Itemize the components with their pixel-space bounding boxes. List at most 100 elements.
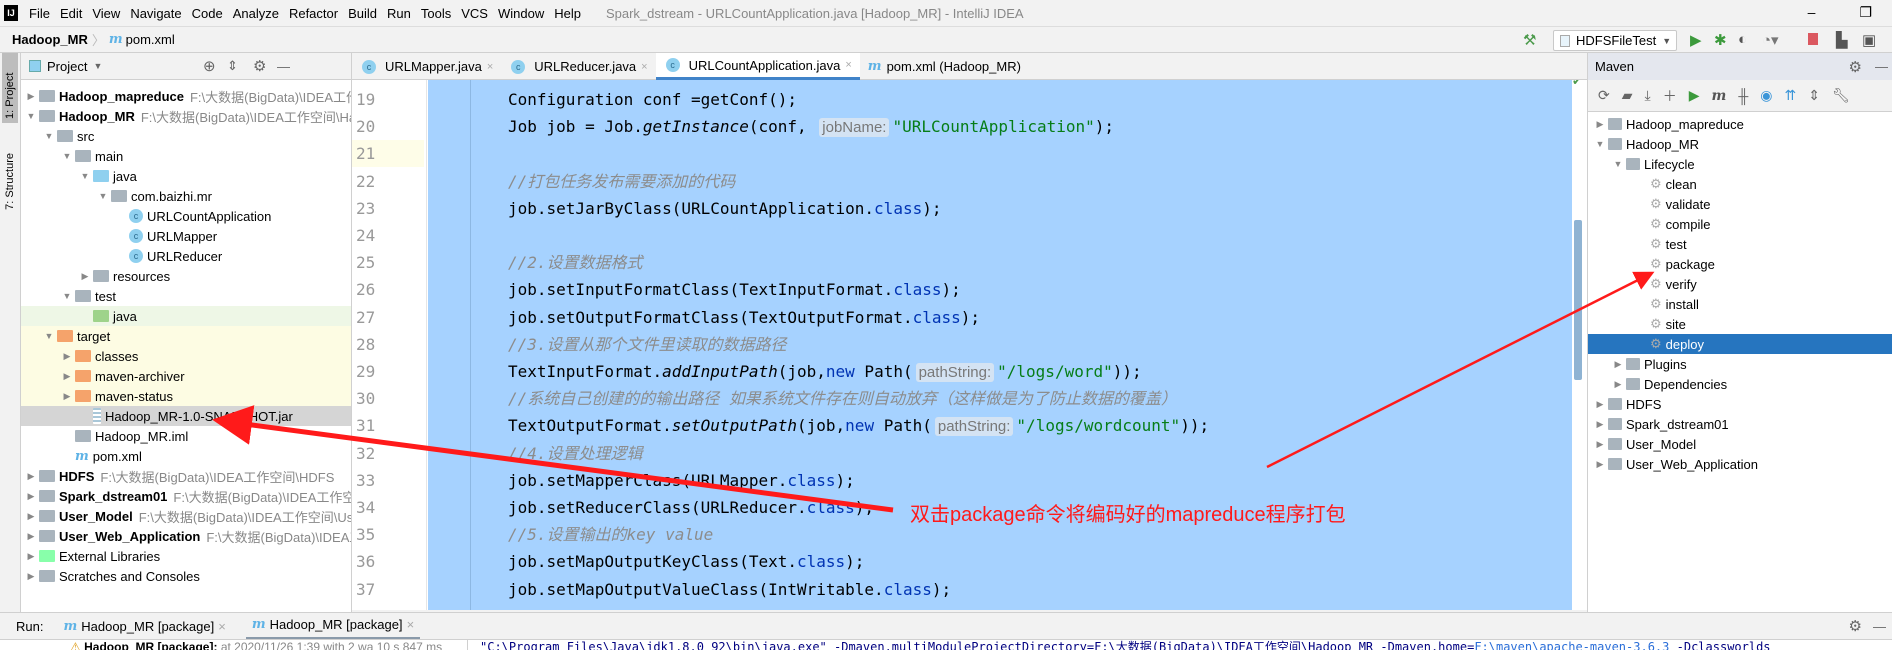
project-structure-icon[interactable]: ▙	[1836, 31, 1848, 49]
structure-tool-tab[interactable]: 7: Structure	[2, 149, 18, 214]
tab-urlreducer[interactable]: c URLReducer.java ×	[501, 53, 655, 80]
arrow-right-icon[interactable]: ▶	[1594, 439, 1606, 450]
execute-goal-icon[interactable]: m	[1712, 88, 1727, 104]
tree-item[interactable]: ▶ maven-status	[21, 386, 351, 406]
maven-tree-item[interactable]: ▶ Hadoop_mapreduce	[1588, 114, 1892, 134]
breadcrumb-file[interactable]: pom.xml	[126, 32, 175, 47]
maven-tree-item[interactable]: ▶ User_Web_Application	[1588, 454, 1892, 474]
arrow-right-icon[interactable]: ▶	[61, 351, 73, 362]
hide-icon[interactable]: —	[277, 59, 290, 74]
arrow-right-icon[interactable]: ▶	[79, 271, 91, 282]
tree-item[interactable]: ▶ Scratches and Consoles	[21, 566, 351, 586]
hide-icon[interactable]: —	[1875, 59, 1888, 74]
code-line[interactable]: job.setInputFormatClass(TextInputFormat.…	[508, 276, 961, 303]
maven-tree-item[interactable]: ⚙ verify	[1588, 274, 1892, 294]
close-icon[interactable]: ×	[487, 61, 493, 73]
arrow-down-icon[interactable]: ▼	[61, 291, 73, 301]
tree-item[interactable]: java	[21, 306, 351, 326]
arrow-right-icon[interactable]: ▶	[1594, 119, 1606, 130]
tree-item[interactable]: c URLReducer	[21, 246, 351, 266]
arrow-right-icon[interactable]: ▶	[1594, 419, 1606, 430]
toggle-offline-icon[interactable]: ╫	[1738, 88, 1748, 104]
project-tool-tab[interactable]: 1: Project	[2, 53, 18, 123]
maven-tree-item[interactable]: ▶ Spark_dstream01	[1588, 414, 1892, 434]
close-icon[interactable]: ×	[641, 61, 647, 73]
code-line[interactable]: job.setOutputFormatClass(TextOutputForma…	[508, 304, 980, 331]
menu-navigate[interactable]: Navigate	[130, 6, 181, 21]
add-icon[interactable]: ＋	[1663, 86, 1677, 106]
arrow-right-icon[interactable]: ▶	[61, 391, 73, 402]
menu-run[interactable]: Run	[387, 6, 411, 21]
arrow-right-icon[interactable]: ▶	[1594, 399, 1606, 410]
tree-item[interactable]: c URLMapper	[21, 226, 351, 246]
settings-wrench-icon[interactable]: 🔧︎	[1832, 87, 1850, 104]
menu-tools[interactable]: Tools	[421, 6, 451, 21]
tree-item[interactable]: Hadoop_MR-1.0-SNAPSHOT.jar	[21, 406, 351, 426]
chevron-down-icon[interactable]: ▼	[93, 61, 102, 71]
arrow-down-icon[interactable]: ▼	[1594, 139, 1606, 149]
menu-edit[interactable]: Edit	[60, 6, 82, 21]
close-icon[interactable]: ×	[407, 617, 415, 632]
tree-item[interactable]: ▶ classes	[21, 346, 351, 366]
arrow-right-icon[interactable]: ▶	[61, 371, 73, 382]
code-editor[interactable]: 19 20 21 22 23 24 25 26 27 28 29 30 31 32 33 34 35 36 37 38…	[352, 80, 1587, 610]
arrow-right-icon[interactable]: ▶	[25, 531, 37, 542]
show-dependencies-icon[interactable]: ⇈	[1784, 87, 1796, 104]
run-tree-item[interactable]: Hadoop_MR [package]:	[84, 640, 217, 650]
arrow-right-icon[interactable]: ▶	[25, 491, 37, 502]
menu-refactor[interactable]: Refactor	[289, 6, 338, 21]
arrow-right-icon[interactable]: ▶	[25, 551, 37, 562]
code-line[interactable]: //打包任务发布需要添加的代码	[508, 168, 735, 195]
toggle-panel-icon[interactable]: ▣	[1862, 31, 1876, 49]
gear-icon[interactable]: ⚙	[253, 57, 266, 75]
arrow-right-icon[interactable]: ▶	[25, 571, 37, 582]
code-line[interactable]: //系统自己创建的的输出路径 如果系统文件存在则自动放弃（这样做是为了防止数据的…	[508, 385, 1177, 412]
breadcrumb-project[interactable]: Hadoop_MR	[12, 32, 88, 47]
tree-item[interactable]: ▼ java	[21, 166, 351, 186]
code-line[interactable]: //4.设置处理逻辑	[508, 440, 643, 467]
tab-urlcountapplication[interactable]: c URLCountApplication.java ×	[655, 53, 860, 80]
hide-icon[interactable]: —	[1873, 619, 1886, 634]
close-icon[interactable]: ×	[218, 619, 226, 634]
debug-icon[interactable]: ✱	[1714, 31, 1727, 49]
tree-item[interactable]: ▶ User_Model F:\大数据(BigData)\IDEA工作空间\User…	[21, 506, 351, 526]
tab-urlmapper[interactable]: c URLMapper.java ×	[352, 53, 501, 80]
gear-icon[interactable]: ⚙	[1849, 617, 1862, 635]
reload-icon[interactable]: ⟳	[1598, 87, 1610, 104]
arrow-right-icon[interactable]: ▶	[1594, 459, 1606, 470]
gear-icon[interactable]: ⚙	[1849, 58, 1862, 76]
code-line[interactable]: TextInputFormat.addInputPath(job,new Pat…	[508, 358, 1142, 385]
maven-tree-item[interactable]: ⚙ package	[1588, 254, 1892, 274]
coverage-icon[interactable]: ◐	[1738, 31, 1747, 48]
menu-build[interactable]: Build	[348, 6, 377, 21]
tree-item[interactable]: ▼ src	[21, 126, 351, 146]
menu-window[interactable]: Window	[498, 6, 544, 21]
code-line[interactable]: Job job = Job.getInstance(conf, jobName:…	[508, 113, 1114, 140]
vertical-scrollbar[interactable]	[1574, 220, 1582, 380]
tree-item[interactable]: ▼ main	[21, 146, 351, 166]
maven-tree-item[interactable]: ⚙ clean	[1588, 174, 1892, 194]
tree-item[interactable]: c URLCountApplication	[21, 206, 351, 226]
run-icon[interactable]: ▶	[1690, 31, 1702, 49]
console-link[interactable]: F:\maven\apache-maven-3.6.3	[1474, 640, 1669, 650]
tree-item[interactable]: ▶ resources	[21, 266, 351, 286]
arrow-right-icon[interactable]: ▶	[1612, 359, 1624, 370]
tree-item[interactable]: ▶ HDFS F:\大数据(BigData)\IDEA工作空间\HDFS	[21, 466, 351, 486]
maven-tree-item[interactable]: ▼ Lifecycle	[1588, 154, 1892, 174]
skip-tests-icon[interactable]: ◉	[1760, 87, 1772, 104]
download-icon[interactable]: ⤓	[1645, 87, 1651, 104]
tree-item[interactable]: ▼ target	[21, 326, 351, 346]
tree-item[interactable]: m pom.xml	[21, 446, 351, 466]
collapse-all-icon[interactable]: ⇕	[1808, 87, 1820, 104]
code-line[interactable]: job.setMapOutputValueClass(IntWritable.c…	[508, 576, 951, 603]
maven-tree-item[interactable]: ⚙ compile	[1588, 214, 1892, 234]
code-line[interactable]: Configuration conf =getConf();	[508, 86, 797, 113]
maven-tree-item[interactable]: ⚙ validate	[1588, 194, 1892, 214]
arrow-down-icon[interactable]: ▼	[43, 331, 55, 341]
arrow-down-icon[interactable]: ▼	[1612, 159, 1624, 169]
menu-view[interactable]: View	[92, 6, 120, 21]
profile-icon[interactable]: ◔▾	[1762, 31, 1779, 49]
arrow-down-icon[interactable]: ▼	[79, 171, 91, 181]
run-configuration-select[interactable]: HDFSFileTest ▼	[1553, 30, 1677, 51]
tree-item[interactable]: ▶ Hadoop_mapreduce F:\大数据(BigData)\IDEA工作空…	[21, 86, 351, 106]
